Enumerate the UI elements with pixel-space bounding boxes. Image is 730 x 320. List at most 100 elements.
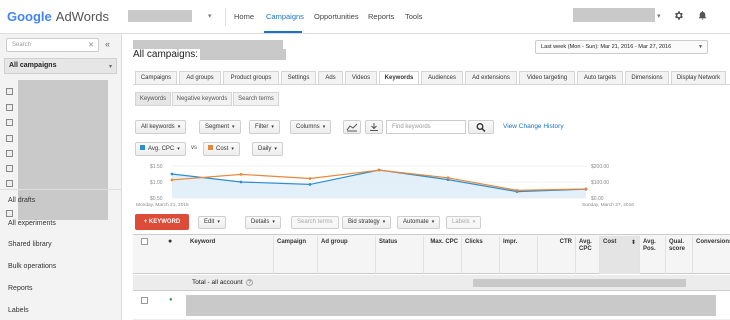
chart-period-label: Daily <box>258 146 272 152</box>
tab-product-groups[interactable]: Product groups <box>223 71 279 85</box>
chart-left-tick-label: $0.50 <box>150 196 163 202</box>
nav-opportunities[interactable]: Opportunities <box>314 12 359 21</box>
all-campaigns-selector[interactable]: All campaigns ▾ <box>4 58 117 74</box>
edit-button[interactable]: Edit ▾ <box>198 216 226 229</box>
campaign-status-icon[interactable] <box>6 210 13 217</box>
col-conversions[interactable]: Conversions <box>693 236 730 274</box>
sidebar-item-bulk-operations[interactable]: Bulk operations <box>8 263 56 270</box>
segment-button[interactable]: Segment ▾ <box>199 120 241 134</box>
search-terms-button[interactable]: Search terms <box>291 216 339 229</box>
date-range-caret[interactable]: ▼ <box>698 44 703 50</box>
user-account-redacted[interactable] <box>573 8 655 22</box>
add-keyword-button[interactable]: + KEYWORD <box>135 214 189 230</box>
select-all-checkbox[interactable] <box>141 238 148 245</box>
chart-period-selector[interactable]: Daily ▾ <box>252 142 283 156</box>
subtab-keywords[interactable]: Keywords <box>135 92 171 106</box>
search-button[interactable] <box>468 120 494 134</box>
tab-video-targeting[interactable]: Video targeting <box>519 71 575 85</box>
labels-button[interactable]: Labels ▾ <box>446 216 482 229</box>
sidebar-item-all-experiments[interactable]: All experiments <box>8 220 56 227</box>
sidebar: Search ✕ « All campaigns ▾ All drafts Al… <box>0 34 122 320</box>
tab-dimensions[interactable]: Dimensions <box>625 71 669 85</box>
col-avg-pos[interactable]: Avg. Pos. <box>640 236 666 274</box>
metric2-selector[interactable]: Cost ▾ <box>203 142 240 156</box>
col-status[interactable]: Status <box>376 236 424 274</box>
all-keywords-label: All keywords <box>141 124 175 130</box>
chart-point <box>170 172 174 176</box>
tab-ad-groups[interactable]: Ad groups <box>179 71 221 85</box>
gear-icon[interactable] <box>673 10 684 21</box>
sidebar-search-input[interactable]: Search ✕ <box>6 38 99 52</box>
sidebar-item-all-drafts[interactable]: All drafts <box>8 197 35 204</box>
tab-keywords[interactable]: Keywords <box>379 71 419 85</box>
chart-right-tick-label: $100.00 <box>591 180 609 186</box>
col-avg-cpc[interactable]: Avg. CPC <box>576 236 600 274</box>
find-keywords-input[interactable]: Find keywords <box>386 120 466 134</box>
metric1-label: Avg. CPC <box>148 146 175 152</box>
nav-campaigns[interactable]: Campaigns <box>266 12 304 21</box>
metric2-label: Cost <box>216 146 229 152</box>
tab-auto-targets[interactable]: Auto targets <box>577 71 623 85</box>
total-values-redacted <box>473 279 686 287</box>
tab-videos[interactable]: Videos <box>345 71 377 85</box>
col-campaign[interactable]: Campaign <box>274 236 318 274</box>
clear-search-icon[interactable]: ✕ <box>88 41 94 49</box>
tab-settings[interactable]: Settings <box>281 71 316 85</box>
sidebar-item-labels[interactable]: Labels <box>8 307 29 314</box>
nav-reports[interactable]: Reports <box>368 12 394 21</box>
tab-campaigns[interactable]: Campaigns <box>135 71 177 85</box>
chart-point <box>584 187 588 191</box>
segment-label: Segment <box>205 124 230 130</box>
help-icon[interactable]: ? <box>246 279 253 286</box>
filter-button[interactable]: Filter ▾ <box>249 120 280 134</box>
columns-button[interactable]: Columns ▾ <box>290 120 332 134</box>
all-keywords-dropdown[interactable]: All keywords ▾ <box>135 120 187 134</box>
subtab-search-terms[interactable]: Search terms <box>233 92 279 106</box>
col-ad-group[interactable]: Ad group <box>318 236 376 274</box>
campaign-status-icon[interactable] <box>6 180 13 187</box>
status-dot-header: ● <box>168 238 173 245</box>
col-impr[interactable]: Impr. <box>500 236 538 274</box>
tab-display-network[interactable]: Display Network <box>671 71 726 85</box>
sidebar-item-reports[interactable]: Reports <box>8 285 33 292</box>
col-clicks[interactable]: Clicks <box>462 236 500 274</box>
campaign-status-icon[interactable] <box>6 119 13 126</box>
download-button[interactable] <box>365 120 383 134</box>
tab-ads[interactable]: Ads <box>318 71 343 85</box>
notifications-bell-icon[interactable] <box>697 9 708 21</box>
col-ctr[interactable]: CTR <box>538 236 576 274</box>
logo-adwords-text: AdWords <box>55 9 110 24</box>
campaign-status-icon[interactable] <box>6 135 13 142</box>
details-button[interactable]: Details ▾ <box>245 216 281 229</box>
tab-ad-extensions[interactable]: Ad extensions <box>465 71 517 85</box>
campaign-status-icon[interactable] <box>6 88 13 95</box>
nav-tools[interactable]: Tools <box>405 12 423 21</box>
row-data-redacted <box>186 295 716 316</box>
automate-button[interactable]: Automate ▾ <box>397 216 441 229</box>
date-range-selector[interactable]: Last week (Mon - Sun): Mar 21, 2016 - Ma… <box>535 40 708 54</box>
nav-home[interactable]: Home <box>234 12 254 21</box>
col-keyword[interactable]: Keyword <box>187 236 274 274</box>
campaign-status-icon[interactable] <box>6 150 13 157</box>
metric1-selector[interactable]: Avg. CPC ▾ <box>135 142 186 156</box>
campaign-status-icon[interactable] <box>6 104 13 111</box>
user-dropdown-caret[interactable]: ▾ <box>657 12 661 20</box>
sidebar-item-shared-library[interactable]: Shared library <box>8 241 52 248</box>
view-change-history-link[interactable]: View Change History <box>503 123 564 130</box>
adwords-logo[interactable]: Google AdWords <box>7 9 109 24</box>
subtab-negative-keywords[interactable]: Negative keywords <box>172 92 232 106</box>
campaigns-dropdown-caret[interactable]: ▾ <box>109 63 112 70</box>
filter-label: Filter <box>255 124 269 130</box>
chart-toggle-button[interactable] <box>343 120 361 134</box>
account-dropdown-caret[interactable]: ▾ <box>208 12 212 20</box>
col-quality-score[interactable]: Qual. score <box>666 236 693 274</box>
bid-strategy-button[interactable]: Bid strategy ▾ <box>342 216 392 229</box>
col-max-cpc[interactable]: Max. CPC <box>424 236 462 274</box>
campaign-status-icon[interactable] <box>6 165 13 172</box>
tab-audiences[interactable]: Audiences <box>421 71 463 85</box>
chart-right-tick-label: $200.00 <box>591 164 609 170</box>
performance-chart: $1.50 $1.00 $0.50 $200.00 $100.00 $0.00 Monday… <box>136 164 634 208</box>
sort-desc-icon[interactable]: ⬍ <box>631 239 636 246</box>
row-checkbox[interactable] <box>141 297 148 304</box>
collapse-sidebar-icon[interactable]: « <box>105 39 110 49</box>
